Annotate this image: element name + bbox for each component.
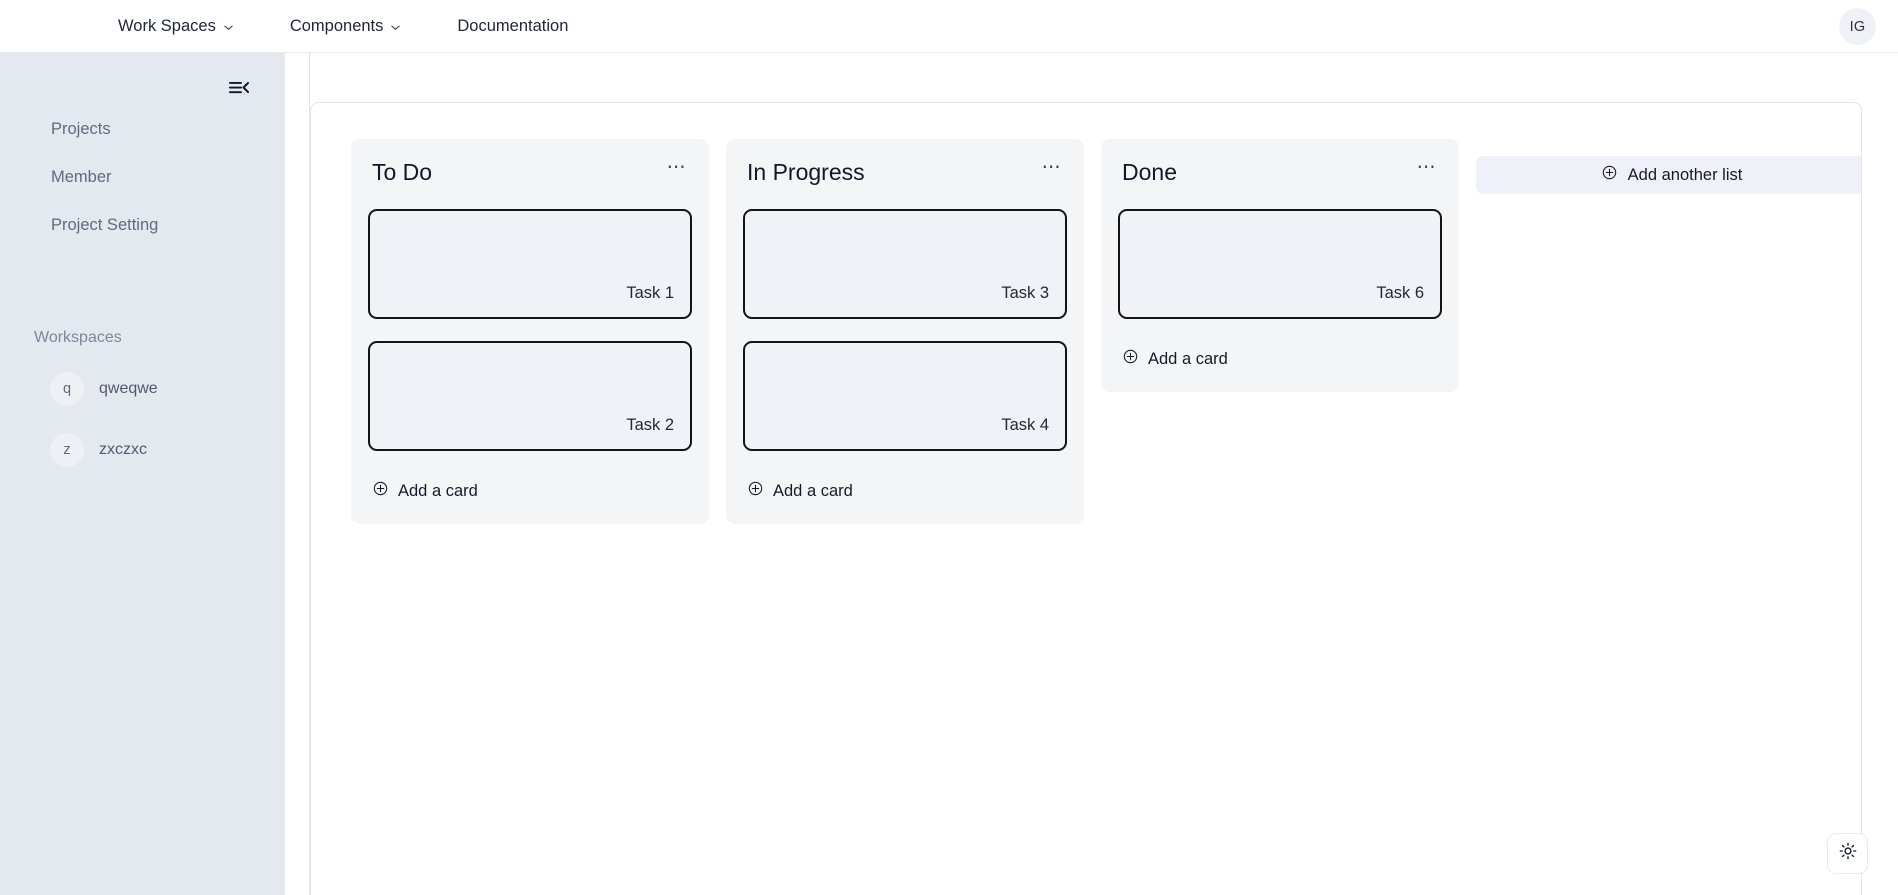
chevron-down-icon	[223, 22, 234, 33]
nav-item-documentation[interactable]: Documentation	[443, 11, 582, 42]
theme-toggle-button[interactable]	[1827, 833, 1868, 874]
add-another-list-label: Add another list	[1627, 165, 1743, 184]
card-label: Task 2	[626, 416, 674, 435]
sidebar-item-project-setting[interactable]: Project Setting	[0, 206, 285, 246]
workspaces-heading: Workspaces	[34, 329, 122, 346]
card-label: Task 3	[1001, 284, 1049, 303]
workspace-item-zxczxc[interactable]: z zxczxc	[0, 425, 285, 475]
nav-links: Work Spaces Components Documentation	[118, 11, 582, 42]
top-navbar: Work Spaces Components Documentation IG	[0, 0, 1898, 53]
avatar-initials: IG	[1849, 18, 1866, 35]
add-card-label: Add a card	[1148, 349, 1228, 368]
card-label: Task 4	[1001, 416, 1049, 435]
plus-circle-icon	[1123, 349, 1138, 369]
sidebar: Projects Member Project Setting Workspac…	[0, 53, 285, 895]
workspace-avatar: z	[50, 433, 84, 467]
add-another-list-button[interactable]: Add another list	[1476, 156, 1861, 194]
add-card-label: Add a card	[773, 481, 853, 500]
task-card[interactable]: Task 4	[743, 341, 1067, 452]
board-container: To Do ⋯ Task 1 Task 2 Add a card In Prog…	[310, 102, 1862, 895]
workspace-item-qweqwe[interactable]: q qweqwe	[0, 364, 285, 414]
sun-icon	[1839, 842, 1857, 865]
add-card-button[interactable]: Add a card	[743, 478, 857, 504]
workspaces-list: q qweqwe z zxczxc	[0, 364, 285, 475]
add-card-label: Add a card	[398, 481, 478, 500]
card-label: Task 6	[1376, 284, 1424, 303]
list-column-done: Done ⋯ Task 6 Add a card	[1101, 139, 1459, 393]
list-column-to-do: To Do ⋯ Task 1 Task 2 Add a card	[351, 139, 709, 525]
list-column-in-progress: In Progress ⋯ Task 3 Task 4 Add a card	[726, 139, 1084, 525]
task-card[interactable]: Task 2	[368, 341, 692, 452]
ellipsis-icon[interactable]: ⋯	[1409, 158, 1439, 181]
task-card[interactable]: Task 3	[743, 209, 1067, 320]
kanban-board: To Do ⋯ Task 1 Task 2 Add a card In Prog…	[311, 103, 1861, 525]
nav-item-label: Documentation	[457, 16, 569, 35]
collapse-sidebar-icon[interactable]	[226, 75, 252, 101]
add-card-button[interactable]: Add a card	[368, 478, 482, 504]
list-header: In Progress ⋯	[743, 156, 1067, 185]
workspace-name: zxczxc	[99, 441, 147, 458]
task-card[interactable]: Task 6	[1118, 209, 1442, 320]
card-list: Task 3 Task 4	[743, 209, 1067, 452]
list-title: Done	[1122, 159, 1177, 185]
plus-circle-icon	[1602, 165, 1617, 185]
card-label: Task 1	[626, 284, 674, 303]
nav-item-work-spaces[interactable]: Work Spaces	[118, 11, 248, 42]
card-list: Task 1 Task 2	[368, 209, 692, 452]
nav-item-components[interactable]: Components	[276, 11, 416, 42]
list-title: In Progress	[747, 159, 865, 185]
task-card[interactable]: Task 1	[368, 209, 692, 320]
nav-item-label: Components	[289, 16, 384, 35]
workspace-name: qweqwe	[99, 380, 158, 397]
sidebar-item-projects[interactable]: Projects	[0, 110, 285, 150]
add-card-button[interactable]: Add a card	[1118, 346, 1232, 372]
plus-circle-icon	[373, 481, 388, 501]
plus-circle-icon	[748, 481, 763, 501]
card-list: Task 6	[1118, 209, 1442, 320]
ellipsis-icon[interactable]: ⋯	[1034, 158, 1064, 181]
list-header: Done ⋯	[1118, 156, 1442, 185]
ellipsis-icon[interactable]: ⋯	[659, 158, 689, 181]
chevron-down-icon	[390, 22, 401, 33]
sidebar-nav: Projects Member Project Setting	[0, 110, 285, 245]
sidebar-item-member[interactable]: Member	[0, 158, 285, 198]
workspace-avatar: q	[50, 372, 84, 406]
list-title: To Do	[372, 159, 433, 185]
nav-item-label: Work Spaces	[118, 16, 216, 35]
user-avatar[interactable]: IG	[1839, 8, 1876, 45]
list-header: To Do ⋯	[368, 156, 692, 185]
